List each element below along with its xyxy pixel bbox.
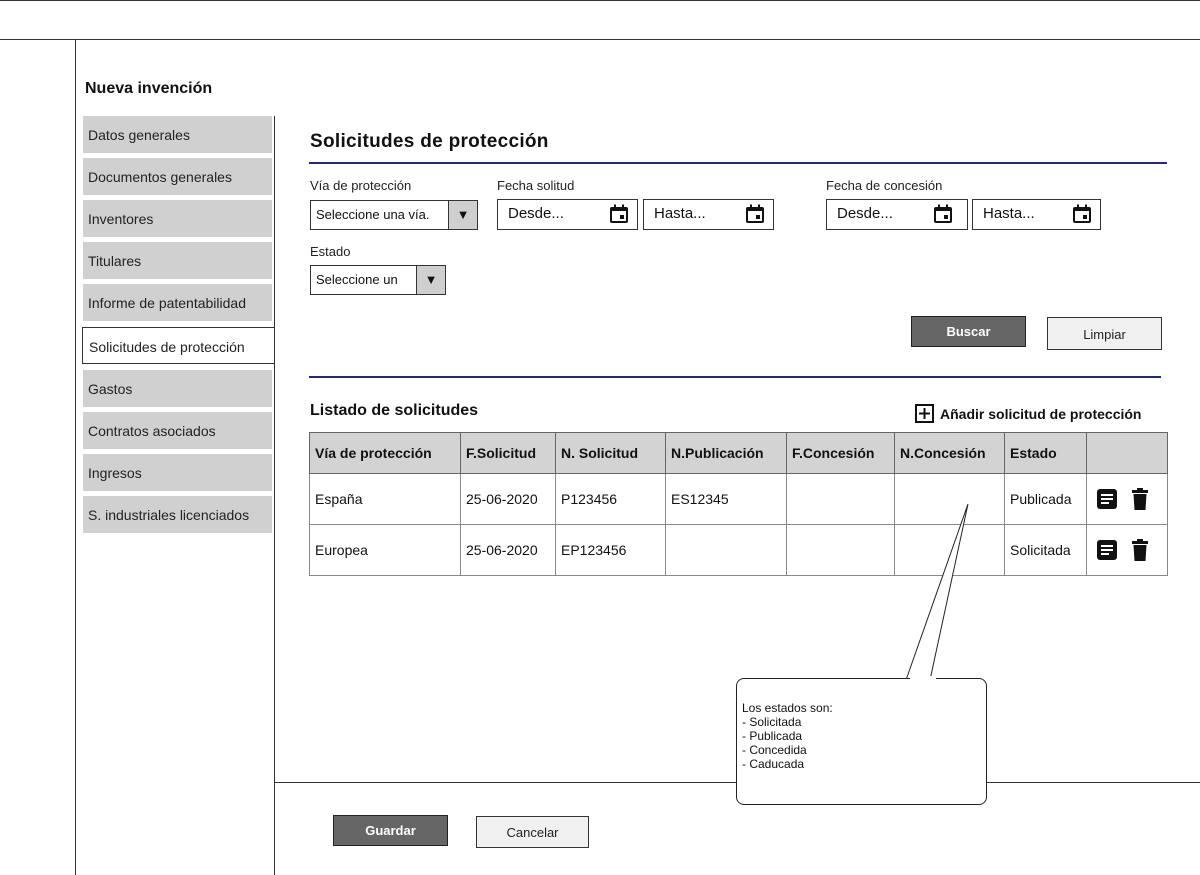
- cell-via: Europea: [309, 524, 461, 576]
- column-header[interactable]: F.Solicitud: [460, 432, 556, 474]
- callout-note: Los estados son: - Solicitada - Publicad…: [736, 678, 987, 805]
- cell-actions: [1086, 473, 1168, 525]
- fecha-solicitud-desde-placeholder: Desde...: [508, 205, 564, 222]
- fecha-solicitud-label: Fecha solitud: [497, 178, 575, 193]
- list-title: Listado de solicitudes: [310, 402, 479, 419]
- cell-f-concesion: [786, 524, 895, 576]
- cancelar-button[interactable]: Cancelar: [476, 816, 589, 848]
- document-icon[interactable]: [1096, 488, 1118, 510]
- buscar-button[interactable]: Buscar: [911, 316, 1026, 347]
- sidebar-item-inventores[interactable]: Inventores: [83, 200, 272, 237]
- callout-pointer: [905, 503, 969, 681]
- list-separator: [309, 376, 1161, 378]
- sidebar-item-titulares[interactable]: Titulares: [83, 242, 272, 279]
- callout-line: Los estados son:: [742, 701, 833, 715]
- callout-pointer-join: [910, 676, 936, 680]
- fecha-concesion-desde-placeholder: Desde...: [837, 205, 893, 222]
- estado-select[interactable]: Seleccione un ▼: [310, 265, 446, 295]
- cell-n-publicacion: ES12345: [665, 473, 787, 525]
- calendar-icon[interactable]: [933, 204, 953, 224]
- cell-f-solicitud: 25-06-2020: [460, 524, 556, 576]
- via-label: Vía de protección: [310, 178, 412, 193]
- cell-f-concesion: [786, 473, 895, 525]
- table-header-row: Vía de protección F.Solicitud N. Solicit…: [309, 432, 1168, 474]
- calendar-icon[interactable]: [609, 204, 629, 224]
- sidebar-item-documentos-generales[interactable]: Documentos generales: [83, 158, 272, 195]
- section-underline: [309, 162, 1167, 164]
- top-bar: [0, 0, 1200, 40]
- cell-n-publicacion: [665, 524, 787, 576]
- table-row[interactable]: España 25-06-2020 P123456 ES12345 Public…: [309, 473, 1168, 525]
- sidebar-item-ingresos[interactable]: Ingresos: [83, 454, 272, 491]
- sidebar-item-gastos[interactable]: Gastos: [83, 370, 272, 407]
- table-row[interactable]: Europea 25-06-2020 EP123456 Solicitada: [309, 524, 1168, 576]
- left-divider: [75, 40, 76, 875]
- sidebar-item-s-industriales-licenciados[interactable]: S. industriales licenciados: [83, 496, 272, 533]
- trash-icon[interactable]: [1131, 488, 1148, 510]
- sidebar-item-informe-patentabilidad[interactable]: Informe de patentabilidad: [83, 284, 272, 321]
- chevron-down-icon: ▼: [416, 266, 445, 294]
- document-icon[interactable]: [1096, 539, 1118, 561]
- calendar-icon[interactable]: [745, 204, 765, 224]
- cell-estado: Solicitada: [1004, 524, 1087, 576]
- fecha-solicitud-hasta-field[interactable]: Hasta...: [643, 199, 774, 230]
- cell-actions: [1086, 524, 1168, 576]
- page-title: Nueva invención: [85, 80, 213, 97]
- fecha-concesion-hasta-placeholder: Hasta...: [983, 205, 1035, 222]
- column-header[interactable]: N. Solicitud: [555, 432, 666, 474]
- plus-square-icon: [915, 404, 934, 423]
- column-header[interactable]: Vía de protección: [309, 432, 461, 474]
- fecha-solicitud-desde-field[interactable]: Desde...: [497, 199, 638, 230]
- add-solicitud-button[interactable]: Añadir solicitud de protección: [915, 404, 1141, 423]
- trash-icon[interactable]: [1131, 539, 1148, 561]
- column-header[interactable]: N.Concesión: [894, 432, 1005, 474]
- sidebar-item-contratos-asociados[interactable]: Contratos asociados: [83, 412, 272, 449]
- cell-f-solicitud: 25-06-2020: [460, 473, 556, 525]
- sidebar-item-datos-generales[interactable]: Datos generales: [83, 116, 272, 153]
- column-header[interactable]: Estado: [1004, 432, 1087, 474]
- callout-line: - Caducada: [742, 757, 805, 771]
- fecha-concesion-hasta-field[interactable]: Hasta...: [972, 199, 1101, 230]
- solicitudes-table: Vía de protección F.Solicitud N. Solicit…: [309, 432, 1168, 576]
- via-select-value: Seleccione una vía.: [316, 207, 430, 222]
- section-title: Solicitudes de protección: [310, 131, 549, 152]
- cell-estado: Publicada: [1004, 473, 1087, 525]
- column-header[interactable]: F.Concesión: [786, 432, 895, 474]
- content-divider: [274, 116, 275, 875]
- add-solicitud-label: Añadir solicitud de protección: [940, 406, 1142, 422]
- calendar-icon[interactable]: [1072, 204, 1092, 224]
- fecha-solicitud-hasta-placeholder: Hasta...: [654, 205, 706, 222]
- via-select[interactable]: Seleccione una vía. ▼: [310, 200, 478, 230]
- estado-select-value: Seleccione un: [316, 272, 398, 287]
- column-header-actions: [1086, 432, 1168, 474]
- fecha-concesion-desde-field[interactable]: Desde...: [826, 199, 968, 230]
- fecha-concesion-label: Fecha de concesión: [826, 178, 943, 193]
- sidebar-item-solicitudes-proteccion[interactable]: Solicitudes de protección: [82, 327, 275, 364]
- cell-n-solicitud: P123456: [555, 473, 666, 525]
- callout-line: - Concedida: [742, 743, 807, 757]
- chevron-down-icon: ▼: [448, 201, 477, 229]
- cell-via: España: [309, 473, 461, 525]
- limpiar-button[interactable]: Limpiar: [1047, 317, 1162, 350]
- cell-n-solicitud: EP123456: [555, 524, 666, 576]
- guardar-button[interactable]: Guardar: [333, 815, 448, 846]
- column-header[interactable]: N.Publicación: [665, 432, 787, 474]
- callout-line: - Publicada: [742, 729, 803, 743]
- estado-label: Estado: [310, 244, 351, 259]
- callout-line: - Solicitada: [742, 715, 802, 729]
